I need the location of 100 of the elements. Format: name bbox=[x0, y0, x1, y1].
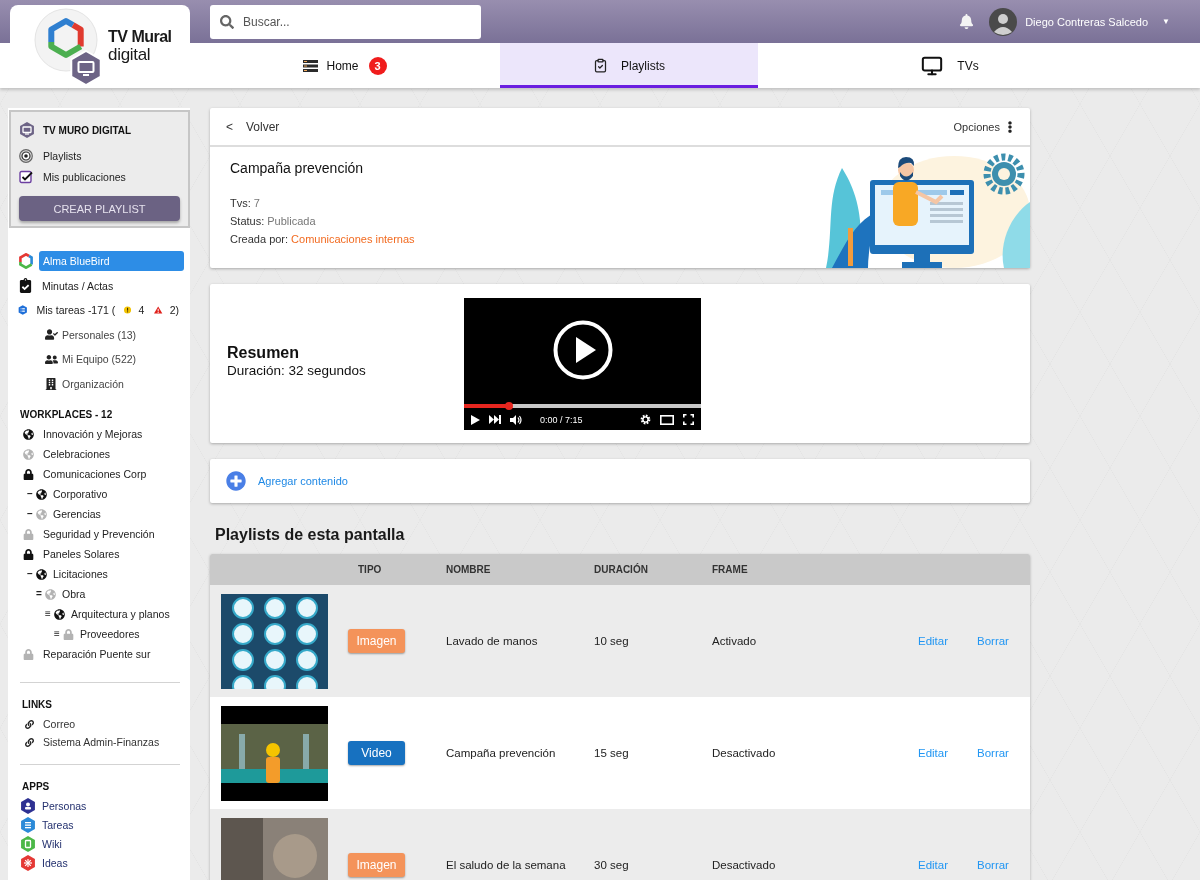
play-icon[interactable] bbox=[471, 414, 480, 425]
playlist-title: Campaña prevención bbox=[230, 159, 364, 177]
link-item[interactable]: Correo bbox=[43, 718, 76, 730]
stack-icon bbox=[303, 59, 319, 72]
user-check-icon bbox=[45, 328, 58, 342]
table-cell: 15 seg bbox=[594, 747, 629, 759]
type-badge: Imagen bbox=[348, 853, 405, 877]
back-button[interactable]: < Volver bbox=[226, 119, 280, 134]
workplace-link[interactable]: Celebraciones bbox=[43, 448, 111, 460]
table-cell: 10 seg bbox=[594, 635, 629, 647]
nav-item[interactable]: Mis tareas -171 ( bbox=[32, 300, 120, 321]
search-icon bbox=[220, 14, 234, 29]
link-icon bbox=[25, 737, 34, 747]
add-content-link[interactable]: Agregar contenido bbox=[258, 475, 348, 487]
theater-mode-icon[interactable] bbox=[660, 414, 674, 425]
time-display: 0:00 / 7:15 bbox=[540, 414, 583, 425]
field-label: Creada por: bbox=[230, 233, 289, 245]
building-icon bbox=[45, 377, 57, 390]
table-cell: Lavado de manos bbox=[446, 635, 538, 647]
column-header: FRAME bbox=[712, 564, 748, 575]
app-link[interactable]: Ideas bbox=[42, 856, 68, 869]
section-heading: Playlists de esta pantalla bbox=[215, 525, 405, 544]
workplace-link[interactable]: Seguridad y Prevención bbox=[43, 528, 155, 540]
column-header: DURACIÓN bbox=[594, 564, 648, 575]
nav-item[interactable]: Mi Equipo (522) bbox=[58, 349, 184, 370]
type-badge: Video bbox=[348, 741, 405, 765]
duration-text: Duración: 32 segundos bbox=[227, 361, 366, 379]
workplace-link[interactable]: Licitaciones bbox=[53, 568, 108, 580]
progress-track[interactable] bbox=[464, 401, 701, 410]
app-link[interactable]: Wiki bbox=[42, 837, 62, 850]
tab[interactable]: Playlists bbox=[500, 43, 758, 88]
settings-icon[interactable] bbox=[640, 414, 651, 425]
user-menu-button[interactable]: Diego Contreras Salcedo ▼ bbox=[989, 7, 1170, 36]
field-value: 7 bbox=[253, 197, 260, 209]
tree-marker: ≡ bbox=[45, 609, 52, 619]
panel-title: TV MURO DIGITAL bbox=[43, 124, 132, 136]
search-field[interactable]: Buscar... bbox=[210, 4, 481, 39]
alert-count: 2) bbox=[169, 304, 179, 317]
create-playlist-button[interactable]: CREAR PLAYLIST bbox=[19, 196, 180, 221]
bell-icon[interactable] bbox=[959, 14, 975, 29]
table-cell: Desactivado bbox=[712, 859, 776, 871]
hexagon-logo-icon bbox=[18, 253, 34, 270]
column-header: NOMBRE bbox=[446, 564, 491, 575]
tree-marker: ≡ bbox=[54, 629, 61, 639]
link-icon bbox=[25, 719, 34, 729]
volume-icon[interactable] bbox=[510, 414, 522, 425]
link-item[interactable]: Sistema Admin-Finanzas bbox=[43, 736, 160, 748]
summary-title: Resumen bbox=[227, 342, 300, 362]
section-title: APPS bbox=[22, 780, 50, 792]
target-icon bbox=[19, 148, 33, 163]
table-cell: Campaña prevención bbox=[446, 747, 556, 759]
alert-icon bbox=[154, 304, 163, 317]
workplace-link[interactable]: Obra bbox=[62, 588, 86, 600]
field-label: Tvs: bbox=[230, 197, 251, 209]
skip-next-icon[interactable] bbox=[489, 415, 501, 424]
table-cell: 30 seg bbox=[594, 859, 629, 871]
type-badge: Imagen bbox=[348, 629, 405, 653]
fullscreen-icon[interactable] bbox=[683, 414, 694, 425]
workplace-link[interactable]: Proveedores bbox=[80, 628, 140, 640]
monitor-icon bbox=[921, 54, 944, 77]
app-link[interactable]: Tareas bbox=[42, 818, 74, 831]
table-cell: Activado bbox=[712, 635, 757, 647]
panel-item[interactable]: Mis publicaciones bbox=[19, 166, 180, 187]
workplace-link[interactable]: Paneles Solares bbox=[43, 548, 120, 560]
warning-count: 4 bbox=[138, 304, 145, 317]
logo-title: TV Mural bbox=[108, 28, 172, 46]
users-icon bbox=[45, 352, 58, 366]
tree-marker: = bbox=[36, 589, 43, 599]
table-cell: Desactivado bbox=[712, 747, 776, 759]
scrubber-handle[interactable] bbox=[505, 401, 513, 410]
workplace-link[interactable]: Reparación Puente sur bbox=[43, 648, 151, 660]
workplace-link[interactable]: Corporativo bbox=[53, 488, 108, 500]
tab[interactable]: TVs bbox=[758, 43, 1142, 88]
avatar-icon bbox=[989, 7, 1018, 36]
panel-item[interactable]: Playlists bbox=[19, 145, 180, 166]
tree-marker: – bbox=[27, 509, 34, 519]
plus-icon[interactable] bbox=[226, 471, 246, 491]
section-title: WORKPLACES - 12 bbox=[20, 408, 113, 420]
nav-item[interactable]: Minutas / Actas bbox=[38, 275, 184, 296]
play-button[interactable] bbox=[552, 319, 613, 380]
table-cell: El saludo de la semana bbox=[446, 859, 566, 871]
section-title: LINKS bbox=[22, 698, 52, 710]
clipboard-icon bbox=[18, 278, 33, 294]
workplace-link[interactable]: Innovación y Mejoras bbox=[43, 428, 143, 440]
workplace-link[interactable]: Arquitectura y planos bbox=[71, 608, 170, 620]
monitor-hexagon-icon bbox=[19, 122, 35, 138]
tree-marker: – bbox=[27, 489, 34, 499]
field-value: Publicada bbox=[267, 215, 316, 227]
nav-item[interactable]: Personales (13) bbox=[58, 324, 184, 345]
tree-marker: – bbox=[27, 569, 34, 579]
field-label: Status: bbox=[230, 215, 265, 227]
tab[interactable]: Home 3 bbox=[190, 43, 500, 88]
app-link[interactable]: Personas bbox=[42, 799, 87, 812]
workplace-link[interactable]: Comunicaciones Corp bbox=[43, 468, 147, 480]
options-button[interactable]: Opciones bbox=[953, 120, 1016, 133]
workplace-link[interactable]: Gerencias bbox=[53, 508, 101, 520]
nav-item[interactable]: Organización bbox=[58, 373, 184, 394]
clipboard-check-icon bbox=[593, 58, 608, 73]
check-square-icon bbox=[19, 169, 33, 184]
warning-icon bbox=[124, 304, 132, 317]
